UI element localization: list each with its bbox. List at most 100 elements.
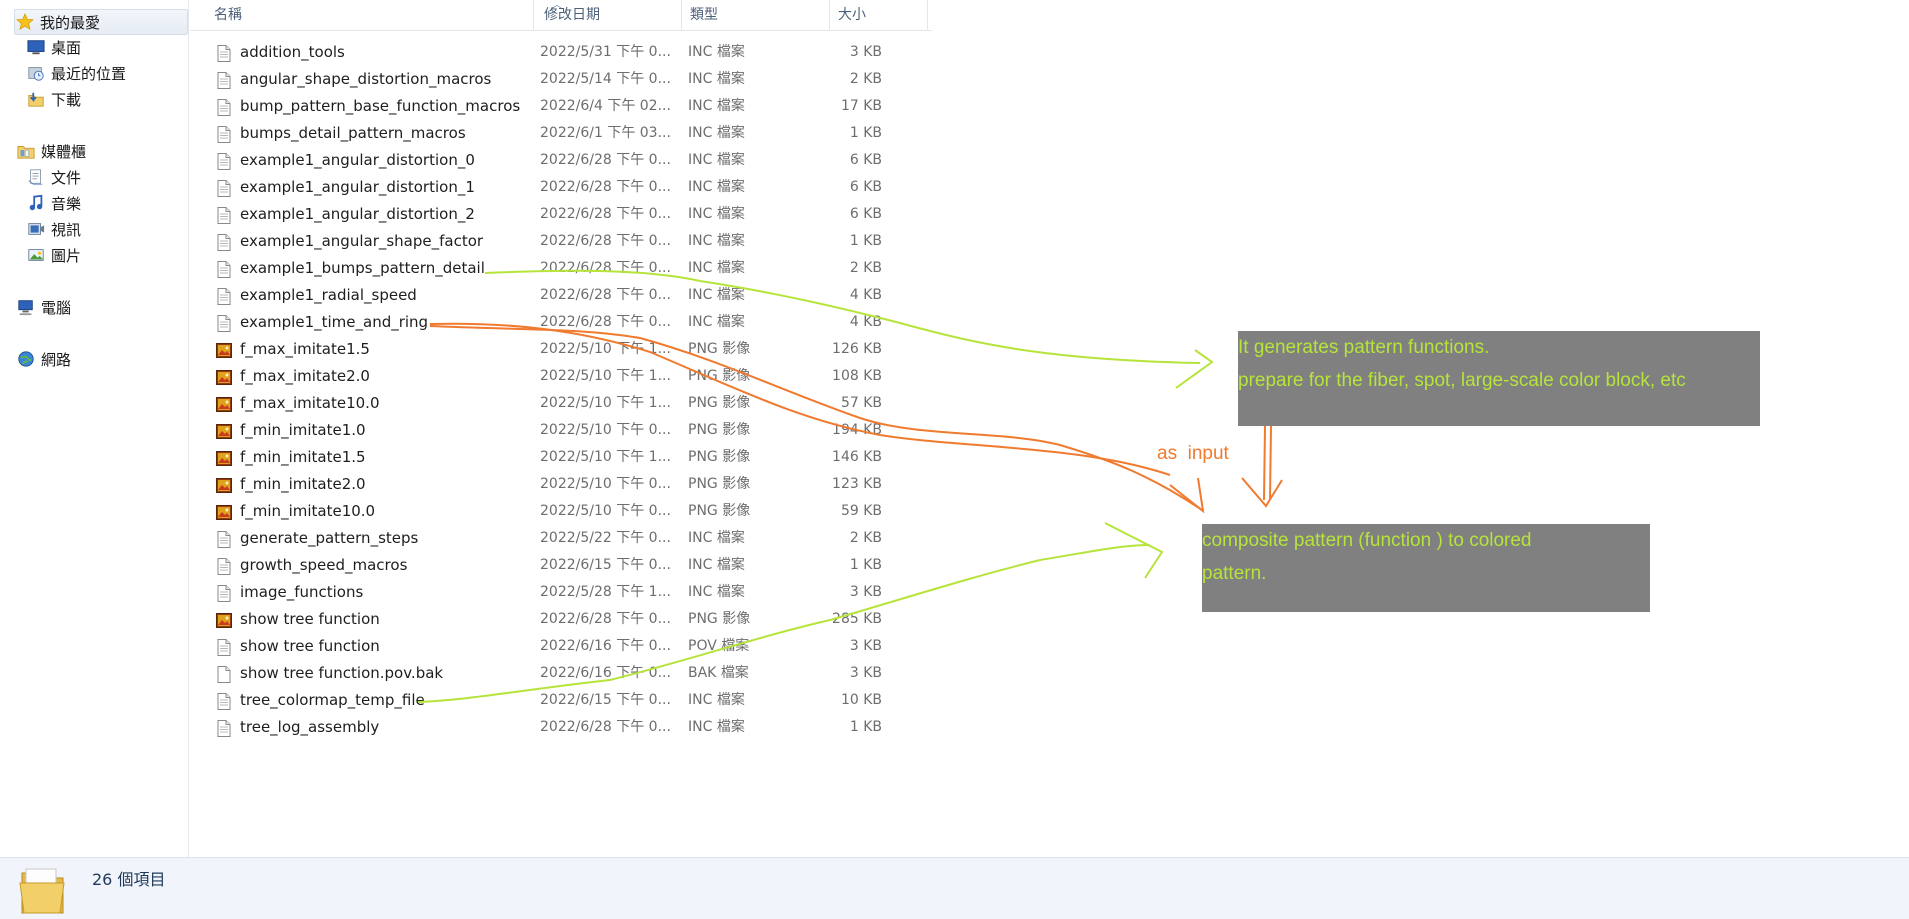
file-size: 10 KB <box>840 692 882 708</box>
file-row[interactable]: example1_radial_speed 2022/6/28 下午 0... … <box>210 282 930 309</box>
file-row[interactable]: example1_angular_distortion_2 2022/6/28 … <box>210 201 930 228</box>
file-row[interactable]: example1_angular_shape_factor 2022/6/28 … <box>210 228 930 255</box>
file-date-modified: 2022/5/10 下午 0... <box>540 422 671 438</box>
file-name: f_max_imitate10.0 <box>240 394 380 412</box>
file-name: show tree function.pov.bak <box>240 664 444 682</box>
file-date-modified: 2022/5/10 下午 1... <box>540 395 671 411</box>
recent-places-icon <box>26 63 46 83</box>
file-name: tree_colormap_temp_file <box>240 691 425 709</box>
file-row[interactable]: f_min_imitate2.0 2022/5/10 下午 0... PNG 影… <box>210 471 930 498</box>
file-size: 285 KB <box>832 611 882 627</box>
file-row[interactable]: f_min_imitate10.0 2022/5/10 下午 0... PNG … <box>210 498 930 525</box>
file-row[interactable]: growth_speed_macros 2022/6/15 下午 0... IN… <box>210 552 930 579</box>
file-row[interactable]: f_max_imitate2.0 2022/5/10 下午 1... PNG 影… <box>210 363 930 390</box>
file-type: PNG 影像 <box>688 503 751 519</box>
nav-computer[interactable]: 電腦 <box>16 295 71 319</box>
column-header-name[interactable]: 名稱 <box>190 0 534 30</box>
file-row[interactable]: tree_log_assembly 2022/6/28 下午 0... INC … <box>210 714 930 741</box>
file-name: f_min_imitate1.5 <box>240 448 366 466</box>
file-type: PNG 影像 <box>688 395 751 411</box>
file-row[interactable]: bump_pattern_base_function_macros 2022/6… <box>210 93 930 120</box>
file-date-modified: 2022/6/28 下午 0... <box>540 206 671 222</box>
file-size: 17 KB <box>840 98 882 114</box>
column-header-size[interactable]: 大小 <box>830 0 928 30</box>
document-icon <box>216 71 232 89</box>
file-row[interactable]: image_functions 2022/5/28 下午 1... INC 檔案… <box>210 579 930 606</box>
column-name-label: 名稱 <box>214 7 242 23</box>
file-row[interactable]: example1_bumps_pattern_detail 2022/6/28 … <box>210 255 930 282</box>
note2-line2: pattern. <box>1202 563 1267 584</box>
file-type: INC 檔案 <box>688 233 745 249</box>
libraries-icon <box>16 141 36 161</box>
nav-desktop[interactable]: 桌面 <box>26 35 81 59</box>
nav-music[interactable]: 音樂 <box>26 191 81 215</box>
file-type: POV 檔案 <box>688 638 750 654</box>
nav-pictures[interactable]: 圖片 <box>26 243 81 267</box>
file-row[interactable]: f_min_imitate1.5 2022/5/10 下午 1... PNG 影… <box>210 444 930 471</box>
orange-arrowhead-note2 <box>1169 477 1205 514</box>
nav-videos[interactable]: 視訊 <box>26 217 81 241</box>
file-type: INC 檔案 <box>688 692 745 708</box>
annotation-note-pattern-functions: It generates pattern functions. prepare … <box>1238 331 1760 426</box>
document-icon <box>216 233 232 251</box>
file-row[interactable]: f_min_imitate1.0 2022/5/10 下午 0... PNG 影… <box>210 417 930 444</box>
file-size: 3 KB <box>849 638 882 654</box>
file-row[interactable]: generate_pattern_steps 2022/5/22 下午 0...… <box>210 525 930 552</box>
file-date-modified: 2022/6/28 下午 0... <box>540 179 671 195</box>
image-file-icon <box>216 422 232 439</box>
file-row[interactable]: show tree function 2022/6/28 下午 0... PNG… <box>210 606 930 633</box>
file-name: example1_time_and_ring <box>240 313 429 331</box>
file-row[interactable]: example1_time_and_ring 2022/6/28 下午 0...… <box>210 309 930 336</box>
file-type: INC 檔案 <box>688 44 745 60</box>
file-row[interactable]: show tree function 2022/6/16 下午 0... POV… <box>210 633 930 660</box>
green-arrowhead-note1 <box>1175 349 1214 389</box>
music-icon <box>26 193 46 213</box>
file-row[interactable]: tree_colormap_temp_file 2022/6/15 下午 0..… <box>210 687 930 714</box>
column-header-type[interactable]: 類型 <box>682 0 830 30</box>
nav-recent-places[interactable]: 最近的位置 <box>26 61 126 85</box>
file-row[interactable]: f_max_imitate10.0 2022/5/10 下午 1... PNG … <box>210 390 930 417</box>
file-date-modified: 2022/5/28 下午 1... <box>540 584 671 600</box>
image-file-icon <box>216 611 232 628</box>
document-icon <box>216 44 232 62</box>
desktop-icon <box>26 37 46 57</box>
file-row[interactable]: addition_tools 2022/5/31 下午 0... INC 檔案 … <box>210 39 930 66</box>
nav-network[interactable]: 網路 <box>16 347 71 371</box>
file-size: 146 KB <box>832 449 882 465</box>
file-size: 1 KB <box>849 233 882 249</box>
file-type: INC 檔案 <box>688 98 745 114</box>
file-row[interactable]: example1_angular_distortion_0 2022/6/28 … <box>210 147 930 174</box>
file-row[interactable]: bumps_detail_pattern_macros 2022/6/1 下午 … <box>210 120 930 147</box>
file-name: show tree function <box>240 637 380 655</box>
file-date-modified: 2022/6/28 下午 0... <box>540 260 671 276</box>
file-name: f_min_imitate2.0 <box>240 475 366 493</box>
file-date-modified: 2022/6/28 下午 0... <box>540 611 671 627</box>
file-row[interactable]: show tree function.pov.bak 2022/6/16 下午 … <box>210 660 930 687</box>
nav-documents[interactable]: 文件 <box>26 165 81 189</box>
document-icon <box>216 125 232 143</box>
nav-favorites[interactable]: 我的最愛 <box>14 9 188 35</box>
column-header-date[interactable]: 修改日期 <box>534 0 682 30</box>
file-date-modified: 2022/6/15 下午 0... <box>540 692 671 708</box>
file-date-modified: 2022/6/4 下午 02... <box>540 98 671 114</box>
orange-arrowhead-down <box>1241 477 1283 508</box>
file-size: 6 KB <box>849 206 882 222</box>
file-row[interactable]: example1_angular_distortion_1 2022/6/28 … <box>210 174 930 201</box>
document-icon <box>216 152 232 170</box>
file-type: INC 檔案 <box>688 557 745 573</box>
file-date-modified: 2022/5/14 下午 0... <box>540 71 671 87</box>
nav-libraries[interactable]: 媒體櫃 <box>16 139 86 163</box>
file-date-modified: 2022/6/28 下午 0... <box>540 287 671 303</box>
file-type: INC 檔案 <box>688 206 745 222</box>
file-row[interactable]: angular_shape_distortion_macros 2022/5/1… <box>210 66 930 93</box>
file-type: INC 檔案 <box>688 152 745 168</box>
document-icon <box>216 206 232 224</box>
file-row[interactable]: f_max_imitate1.5 2022/5/10 下午 1... PNG 影… <box>210 336 930 363</box>
nav-downloads[interactable]: 下載 <box>26 87 81 111</box>
image-file-icon <box>216 341 232 358</box>
file-type: PNG 影像 <box>688 341 751 357</box>
file-date-modified: 2022/5/22 下午 0... <box>540 530 671 546</box>
file-size: 6 KB <box>849 152 882 168</box>
file-name: image_functions <box>240 583 364 601</box>
file-name: example1_bumps_pattern_detail <box>240 259 485 277</box>
